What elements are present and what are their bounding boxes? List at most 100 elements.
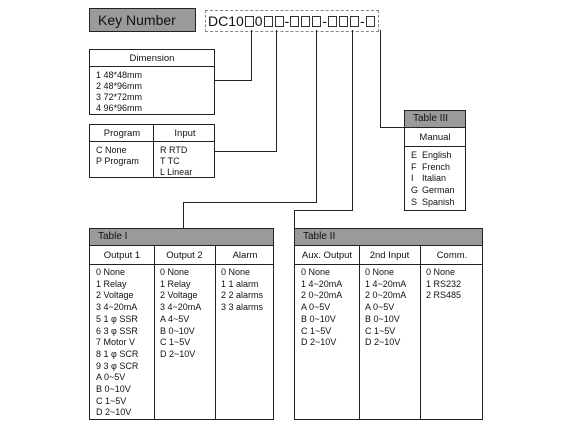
second-input-item: 1 4~20mA [365,278,407,289]
table2-aux-list: 0 None 1 4~20mA 2 0~20mA A 0~5V B 0~10V … [301,267,342,349]
input-item: L Linear [160,167,193,177]
connector-program-v [276,30,277,152]
table2-col-divider-1 [359,246,360,419]
table1-output1-list: 0 None 1 Relay 2 Voltage 3 4~20mA 5 1 φ … [96,267,138,419]
dimension-item: 2 48*96mm [96,81,143,91]
output1-item: 7 Motor V [96,337,136,348]
output1-item: D 2~10V [96,407,132,418]
table2-2nd-input-list: 0 None 1 4~20mA 2 0~20mA A 0~5V B 0~10V … [365,267,406,349]
aux-output-item: 0 None [301,267,331,277]
second-input-item: D 2~10V [365,337,401,348]
table3-list: E English F French I Italian G German S Spani… [411,150,455,209]
connector-table2-drop [294,210,295,228]
output2-item: 2 Voltage [160,290,198,301]
slot-table1-c [312,16,322,27]
second-input-item: 0 None [365,267,395,277]
output1-item: 3 4~20mA [96,302,138,313]
slot-table1-a [290,16,300,27]
model-fixed-digit: 0 [254,13,263,29]
table3-box: Manual E English F French I Italian G German… [404,127,466,211]
table2-col-divider-2 [420,246,421,419]
alarm-item: 3 3 alarms [221,302,264,313]
table2-comm-list: 0 None 1 RS232 2 RS485 [426,267,461,302]
program-input-col-divider [153,125,154,177]
output1-item: 9 3 φ SCR [96,360,139,371]
table1-col-divider-2 [215,246,216,419]
connector-table2-h [294,210,353,211]
output1-item: C 1~5V [96,395,127,406]
output2-item: 0 None [160,267,190,277]
output2-item: D 2~10V [160,348,196,359]
table2-col-comm-title: Comm. [436,250,468,261]
table3-title: Manual [419,132,451,143]
separator-2: - [322,13,327,29]
dimension-title: Dimension [129,53,175,64]
program-input-box: Program Input C None P Program R RTD T T… [89,124,215,178]
dimension-item: 1 48*48mm [96,70,143,80]
table2-header-divider [295,264,482,265]
table2-col-2nd-input-title: 2nd Input [369,250,410,261]
output1-item: 2 Voltage [96,290,134,301]
connector-program-h [214,151,277,152]
second-input-item: C 1~5V [365,325,396,336]
key-number-label: Key Number [89,8,196,32]
dimension-item: 4 96*96mm [96,103,143,113]
key-number-text: Key Number [98,12,176,28]
slot-table1-b [301,16,311,27]
connector-table1-v [316,30,317,202]
slot-table2-c [349,16,359,27]
comm-item: 0 None [426,267,456,277]
second-input-item: 2 0~20mA [365,290,407,301]
slot-table2-a [327,16,337,27]
table1-output2-list: 0 None 1 Relay 2 Voltage 3 4~20mA A 4~5V… [160,267,201,361]
output1-item: 5 1 φ SSR [96,313,138,324]
table1-col-alarm-title: Alarm [232,250,258,261]
table1-alarm-list: 0 None 1 1 alarm 2 2 alarms 3 3 alarms [221,267,263,314]
connector-table1-drop [183,202,184,228]
table3-header: Table III [404,110,466,128]
table3-header-text: Table III [413,113,449,124]
table1-header: Table I [89,228,274,246]
connector-dimension-v [251,30,252,80]
table3-divider [405,146,465,147]
alarm-item: 2 2 alarms [221,290,264,301]
table2-header-text: Table II [303,231,336,242]
slot-table2-b [338,16,348,27]
output1-item: B 0~10V [96,384,131,395]
slot-dimension [244,16,254,27]
connector-dimension-h [214,80,252,81]
slot-manual [365,16,375,27]
slot-input [274,16,284,27]
aux-output-item: D 2~10V [301,337,337,348]
dimension-item: 3 72*72mm [96,92,143,102]
input-title: Input [174,128,196,139]
table1-col-output2-title: Output 2 [166,250,203,261]
output2-item: 1 Relay [160,278,191,289]
program-item: P Program [96,156,139,166]
output2-item: 3 4~20mA [160,302,202,313]
comm-item: 2 RS485 [426,290,462,301]
model-code: DC10 0 - - - [205,10,379,32]
aux-output-item: B 0~10V [301,313,336,324]
manual-item: F French [411,161,451,172]
dimension-box: Dimension 1 48*48mm 2 48*96mm 3 72*72mm … [89,49,215,115]
comm-item: 1 RS232 [426,278,462,289]
table1-col-divider-1 [154,246,155,419]
manual-item: S Spanish [411,196,455,207]
output2-item: C 1~5V [160,337,191,348]
alarm-item: 0 None [221,267,251,277]
output1-item: 8 1 φ SCR [96,348,139,359]
output1-item: 0 None [96,267,126,277]
input-item: T TC [160,156,180,166]
output2-item: A 4~5V [160,313,190,324]
output1-item: A 0~5V [96,372,126,383]
second-input-item: B 0~10V [365,313,400,324]
slot-program [263,16,273,27]
manual-item: E English [411,150,452,160]
table1-col-output1-title: Output 1 [103,250,141,261]
table1-header-text: Table I [98,231,128,242]
table1-box: Output 1 Output 2 Alarm 0 None 1 Relay 2… [89,245,274,420]
dimension-divider [90,66,214,67]
connector-table1-h [183,202,317,203]
table1-header-divider [90,264,273,265]
